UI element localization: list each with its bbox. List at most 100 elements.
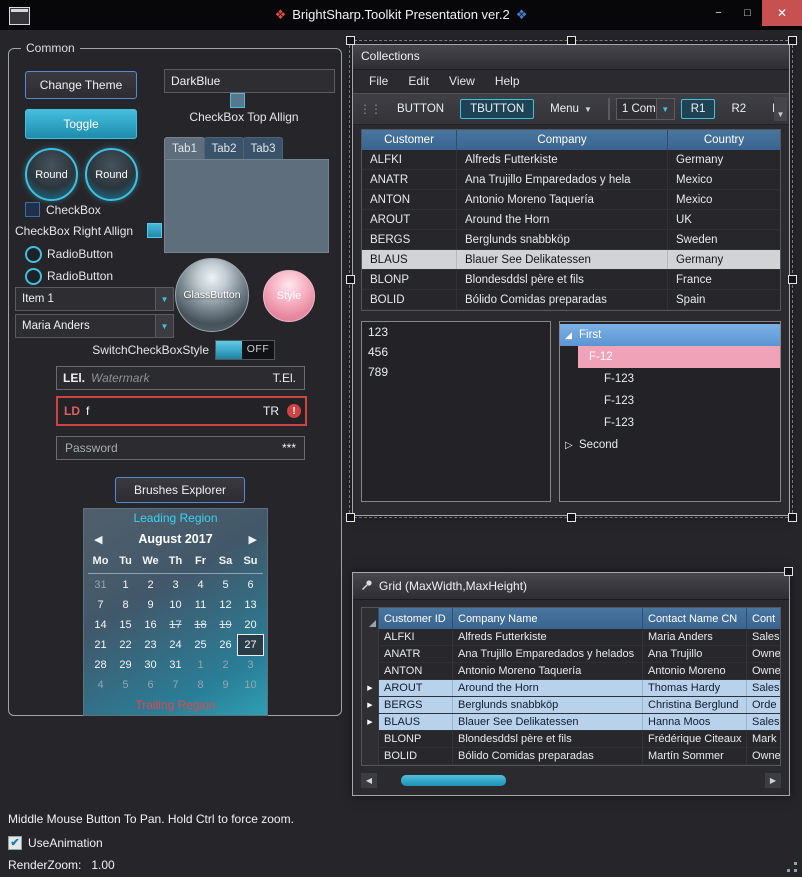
cell-customer-id[interactable]: BOLID	[379, 748, 453, 764]
cell-company[interactable]: Berglunds snabbköp	[457, 230, 668, 249]
glass-button[interactable]: GlassButton	[175, 258, 249, 332]
calendar-date[interactable]: 6	[238, 575, 263, 595]
close-button[interactable]: ✕	[762, 0, 802, 26]
cell-contact-name[interactable]: Frédérique Citeaux	[643, 731, 747, 747]
calendar-date[interactable]: 6	[138, 675, 163, 695]
calendar-date[interactable]: 2	[138, 575, 163, 595]
calendar-date[interactable]: 5	[113, 675, 138, 695]
table-row[interactable]: BLONPBlondesddsl père et filsFrédérique …	[362, 731, 780, 748]
calendar-date[interactable]: 22	[113, 635, 138, 655]
minimize-button[interactable]: −	[704, 0, 733, 26]
selection-handle[interactable]	[784, 567, 793, 576]
calendar-date[interactable]: 24	[163, 635, 188, 655]
cell-company-name[interactable]: Ana Trujillo Emparedados y helados	[453, 646, 643, 662]
tree-item[interactable]: F-123	[560, 390, 780, 412]
cell-customer-id[interactable]: ALFKI	[379, 629, 453, 645]
checkbox-right-align[interactable]	[147, 223, 162, 238]
cell-customer[interactable]: BLONP	[362, 270, 457, 289]
name-combobox[interactable]: Maria Anders ▼	[15, 314, 174, 338]
tree-item-selected[interactable]: F-12	[578, 346, 780, 368]
calendar-date[interactable]: 30	[138, 655, 163, 675]
cell-country[interactable]: Mexico	[668, 190, 780, 209]
scroll-left-icon[interactable]: ◀	[361, 776, 377, 785]
selection-handle[interactable]	[788, 36, 797, 45]
cell-customer[interactable]: BERGS	[362, 230, 457, 249]
calendar-date[interactable]: 10	[238, 675, 263, 695]
cell-customer[interactable]: ANATR	[362, 170, 457, 189]
cell-contact-name[interactable]: Maria Anders	[643, 629, 747, 645]
cell-customer-id[interactable]: BLONP	[379, 731, 453, 747]
checkbox[interactable]	[25, 202, 40, 217]
row-header[interactable]: ▶	[362, 697, 379, 713]
calendar-date[interactable]: 26	[213, 635, 238, 655]
toolbar-overflow-icon[interactable]: ▼	[774, 97, 787, 121]
cell-contact-title[interactable]: Owne	[747, 646, 780, 662]
table-row[interactable]: ALFKIAlfreds FutterkisteGermany	[362, 150, 780, 170]
cell-customer-id[interactable]: BLAUS	[379, 714, 453, 730]
grid-window-titlebar[interactable]: Grid (MaxWidth,MaxHeight)	[353, 573, 789, 600]
cell-customer[interactable]: ANTON	[362, 190, 457, 209]
cell-contact-title[interactable]: Owne	[747, 663, 780, 679]
cell-country[interactable]: Sweden	[668, 230, 780, 249]
toggle-button[interactable]: Toggle	[25, 109, 137, 139]
scrollbar-thumb[interactable]	[401, 775, 506, 786]
cell-company-name[interactable]: Blauer See Delikatessen	[453, 714, 643, 730]
watermark-textbox[interactable]: LEl. Watermark T.El.	[56, 366, 305, 390]
collections-titlebar[interactable]: Collections	[353, 45, 789, 70]
list-item[interactable]: 456	[362, 342, 550, 362]
column-header-contact-title[interactable]: Cont	[747, 608, 780, 629]
titlebar[interactable]: ❖BrightSharp.Toolkit Presentation ver.2❖…	[0, 0, 802, 30]
table-row-selected[interactable]: ▶BERGSBerglunds snabbköpChristina Berglu…	[362, 697, 780, 714]
row-header[interactable]	[362, 731, 379, 747]
calendar-next-button[interactable]: ▶	[249, 533, 257, 546]
table-row[interactable]: BOLIDBólido Comidas preparadasSpain	[362, 290, 780, 310]
cell-contact-name[interactable]: Antonio Moreno	[643, 663, 747, 679]
chevron-down-icon[interactable]: ▼	[155, 288, 173, 310]
row-header[interactable]	[362, 629, 379, 645]
radio-button[interactable]	[25, 246, 42, 263]
calendar-date[interactable]: 13	[238, 595, 263, 615]
cell-company-name[interactable]: Berglunds snabbköp	[453, 697, 643, 713]
toolbar-radio-r2[interactable]: R2	[721, 99, 756, 119]
calendar-date[interactable]: 5	[213, 575, 238, 595]
list-item[interactable]: 789	[362, 362, 550, 382]
cell-customer-id[interactable]: AROUT	[379, 680, 453, 696]
calendar-date[interactable]: 23	[138, 635, 163, 655]
radio-button[interactable]	[25, 268, 42, 285]
calendar-date[interactable]: 3	[163, 575, 188, 595]
cell-contact-name[interactable]: Martín Sommer	[643, 748, 747, 764]
table-row[interactable]: ANTONAntonio Moreno TaqueríaMexico	[362, 190, 780, 210]
cell-contact-title[interactable]: Sales	[747, 680, 780, 696]
style-button[interactable]: Style	[263, 270, 315, 322]
cell-contact-title[interactable]: Sales	[747, 714, 780, 730]
horizontal-scrollbar[interactable]: ◀ ▶	[361, 773, 781, 788]
cell-customer[interactable]: AROUT	[362, 210, 457, 229]
calendar-date[interactable]: 25	[188, 635, 213, 655]
chevron-down-icon[interactable]: ▼	[656, 99, 674, 119]
cell-company[interactable]: Antonio Moreno Taquería	[457, 190, 668, 209]
calendar-date[interactable]: 2	[213, 655, 238, 675]
row-header[interactable]	[362, 748, 379, 764]
cell-company-name[interactable]: Bólido Comidas preparadas	[453, 748, 643, 764]
toolbar-grip[interactable]: ⋮⋮	[359, 102, 381, 116]
cell-contact-name[interactable]: Thomas Hardy	[643, 680, 747, 696]
column-header-customer-id[interactable]: Customer ID	[379, 608, 453, 629]
cell-contact-title[interactable]: Sales	[747, 629, 780, 645]
calendar-date[interactable]: 7	[163, 675, 188, 695]
cell-country[interactable]: UK	[668, 210, 780, 229]
expander-expanded-icon[interactable]: ◢	[565, 330, 579, 341]
cell-company[interactable]: Blauer See Delikatessen	[457, 250, 668, 269]
cell-contact-title[interactable]: Orde	[747, 697, 780, 713]
calendar-date[interactable]: 10	[163, 595, 188, 615]
cell-country[interactable]: Spain	[668, 290, 780, 309]
round-button[interactable]: Round	[25, 148, 78, 201]
calendar-date[interactable]: 20	[238, 615, 263, 635]
calendar-date[interactable]: 1	[188, 655, 213, 675]
cell-company[interactable]: Ana Trujillo Emparedados y hela	[457, 170, 668, 189]
cell-company[interactable]: Around the Horn	[457, 210, 668, 229]
toolbar-textbox[interactable]	[608, 98, 610, 120]
calendar-date[interactable]: 28	[88, 655, 113, 675]
row-header[interactable]: ▶	[362, 714, 379, 730]
calendar-date[interactable]: 15	[113, 615, 138, 635]
calendar-date[interactable]: 12	[213, 595, 238, 615]
